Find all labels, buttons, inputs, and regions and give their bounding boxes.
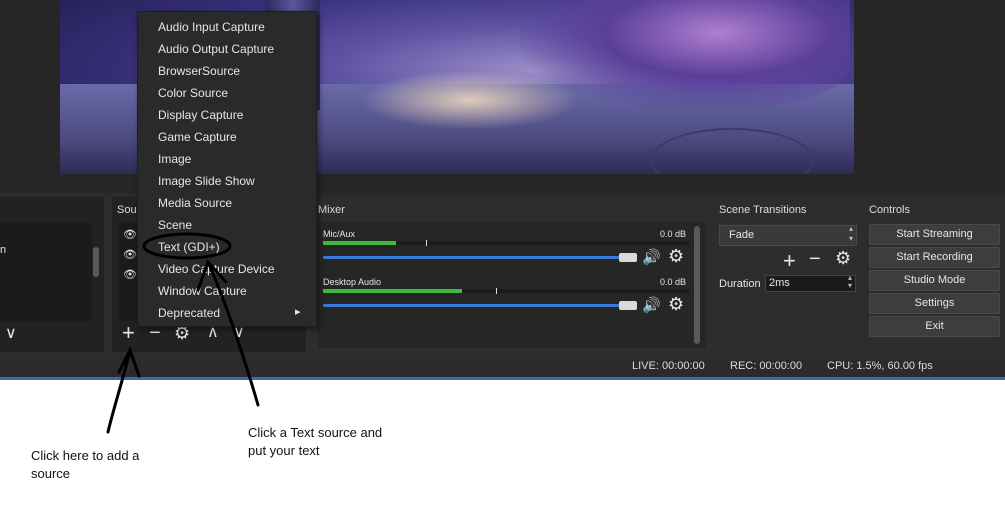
duration-input[interactable]: 2ms ▴ ▾: [765, 273, 856, 292]
live-status: LIVE: 00:00:00: [632, 360, 705, 372]
menu-item-browser-source[interactable]: BrowserSource: [158, 60, 240, 82]
mixer-channel-db: 0.0 dB: [660, 277, 687, 287]
remove-transition-button[interactable]: −: [809, 248, 821, 271]
settings-button[interactable]: Settings: [869, 293, 1000, 314]
transition-select-value: Fade: [729, 229, 755, 241]
scenes-panel: n ∨: [0, 197, 104, 352]
spin-up-icon: ▴: [848, 224, 853, 233]
menu-item-game-capture[interactable]: Game Capture: [158, 126, 237, 148]
add-source-button[interactable]: +: [122, 321, 135, 345]
menu-item-image-slide-show[interactable]: Image Slide Show: [158, 170, 255, 192]
mixer-channel-name: Mic/Aux: [323, 229, 356, 239]
scene-item-label[interactable]: n: [0, 244, 6, 256]
menu-item-scene[interactable]: Scene: [158, 214, 192, 236]
mixer-panel: Mic/Aux 0.0 dB 🔊 ⚙ Desktop Audio 0.0 dB …: [318, 222, 706, 348]
speaker-icon[interactable]: 🔊: [642, 248, 661, 266]
cpu-status: CPU: 1.5%, 60.00 fps: [827, 360, 933, 372]
volume-slider[interactable]: [323, 304, 623, 307]
menu-item-display-capture[interactable]: Display Capture: [158, 104, 243, 126]
start-recording-button[interactable]: Start Recording: [869, 247, 1000, 268]
menu-item-deprecated[interactable]: Deprecated: [158, 302, 220, 324]
duration-label: Duration: [719, 278, 761, 290]
mixer-scrollbar[interactable]: [694, 226, 700, 344]
eye-icon[interactable]: 👁: [123, 248, 137, 261]
menu-item-text-gdi[interactable]: Text (GDI+): [158, 236, 220, 258]
meter-tick: [426, 240, 427, 246]
volume-slider-handle[interactable]: [619, 253, 637, 262]
spin-down-icon: ▾: [848, 234, 853, 243]
menu-item-audio-input-capture[interactable]: Audio Input Capture: [158, 16, 265, 38]
annotation-add-source: Click here to add a source: [31, 447, 139, 483]
add-source-context-menu: Audio Input Capture Audio Output Capture…: [137, 11, 317, 327]
duration-value: 2ms: [769, 277, 790, 289]
scene-transitions-title: Scene Transitions: [719, 204, 807, 216]
studio-mode-button[interactable]: Studio Mode: [869, 270, 1000, 291]
annotation-line: put your text: [248, 443, 320, 458]
menu-item-video-capture-device[interactable]: Video Capture Device: [158, 258, 275, 280]
add-transition-button[interactable]: +: [783, 248, 796, 274]
preview-light: [360, 70, 580, 130]
mixer-gear-icon[interactable]: ⚙: [668, 246, 684, 267]
speaker-icon[interactable]: 🔊: [642, 296, 661, 314]
scene-move-down-icon[interactable]: ∨: [5, 323, 17, 343]
menu-item-image[interactable]: Image: [158, 148, 191, 170]
transition-gear-icon[interactable]: ⚙: [835, 248, 851, 269]
start-streaming-button[interactable]: Start Streaming: [869, 224, 1000, 245]
volume-slider[interactable]: [323, 256, 623, 259]
menu-item-color-source[interactable]: Color Source: [158, 82, 228, 104]
transition-select[interactable]: Fade ▴ ▾: [719, 224, 857, 246]
mixer-channel-name: Desktop Audio: [323, 277, 382, 287]
submenu-arrow-icon: ▸: [295, 306, 301, 318]
mixer-channel-db: 0.0 dB: [660, 229, 687, 239]
spin-down-icon[interactable]: ▾: [848, 281, 852, 290]
mixer-title: Mixer: [318, 204, 345, 216]
meter-tick: [496, 288, 497, 294]
scenes-scrollbar[interactable]: [93, 247, 99, 277]
annotation-line: Click a Text source and: [248, 425, 383, 440]
menu-item-audio-output-capture[interactable]: Audio Output Capture: [158, 38, 274, 60]
annotation-line: source: [31, 466, 71, 481]
volume-slider-handle[interactable]: [619, 301, 637, 310]
window-bottom-border: [0, 377, 1005, 380]
menu-item-window-capture[interactable]: Window Capture: [158, 280, 247, 302]
menu-item-media-source[interactable]: Media Source: [158, 192, 232, 214]
annotation-line: Click here to add a: [31, 448, 140, 463]
exit-button[interactable]: Exit: [869, 316, 1000, 337]
annotation-text-source: Click a Text source and put your text: [248, 424, 382, 460]
scenes-list[interactable]: [0, 223, 92, 321]
mixer-gear-icon[interactable]: ⚙: [668, 294, 684, 315]
rec-status: REC: 00:00:00: [730, 360, 803, 372]
eye-icon[interactable]: 👁: [123, 268, 137, 281]
volume-meter-level: [323, 241, 396, 245]
eye-icon[interactable]: 👁: [123, 228, 137, 241]
volume-meter-level: [323, 289, 462, 293]
controls-title: Controls: [869, 204, 910, 216]
